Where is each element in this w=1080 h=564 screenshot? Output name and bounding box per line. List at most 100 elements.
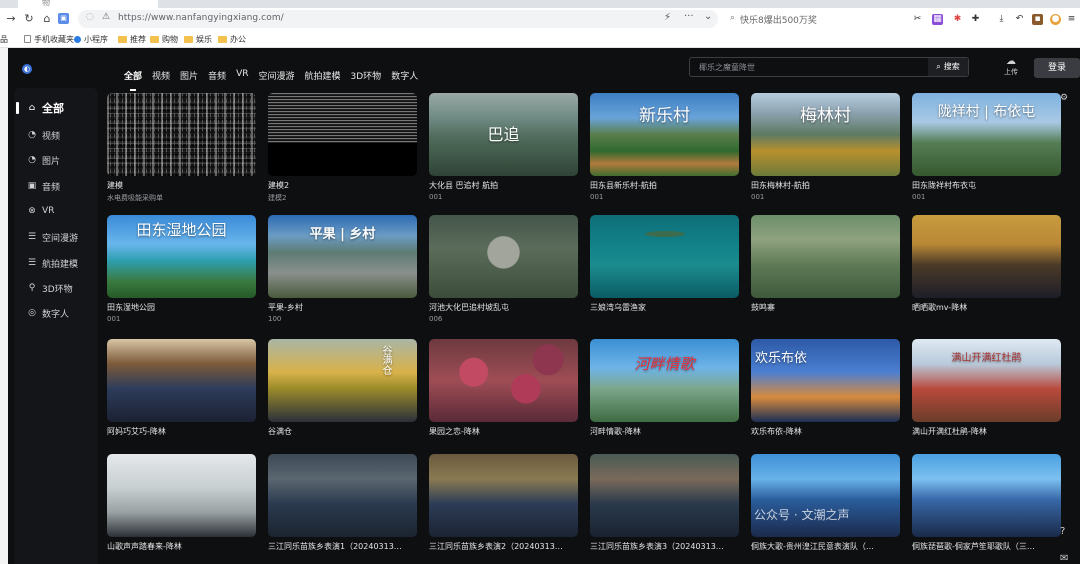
media-card[interactable]: 新乐村 田东县新乐村-航拍 001	[590, 93, 739, 201]
media-card[interactable]: 三江同乐苗族乡表演2（20240313…	[429, 454, 578, 552]
card-thumbnail[interactable]: 平果 | 乡村	[268, 215, 417, 298]
puzzle-icon[interactable]: ✚	[970, 14, 981, 25]
tab-all[interactable]: 全部	[124, 69, 142, 91]
cat-icon[interactable]: ✱	[952, 14, 963, 25]
card-title[interactable]: 山歌声声踏春来-降林	[107, 541, 256, 552]
media-card[interactable]: 山歌声声踏春来-降林	[107, 454, 256, 552]
media-card[interactable]: 谷满仓 谷满仓	[268, 339, 417, 437]
bookmark-item[interactable]: 购物	[150, 34, 178, 45]
card-thumbnail[interactable]: 满山开满红杜鹃	[912, 339, 1061, 422]
media-card[interactable]: 河畔情歌 河畔情歌-降林	[590, 339, 739, 437]
tab-3d[interactable]: 3D环物	[351, 69, 382, 85]
card-title[interactable]: 谷满仓	[268, 426, 417, 437]
bookmark-item[interactable]: 推荐	[118, 34, 146, 45]
shield-icon[interactable]: ▣	[58, 13, 69, 24]
card-thumbnail[interactable]	[751, 215, 900, 298]
tab-drone[interactable]: 航拍建模	[305, 69, 341, 85]
card-thumbnail[interactable]: 巴追	[429, 93, 578, 176]
card-title[interactable]: 侗族大歌-贵州湟江民意表演队（…	[751, 541, 900, 552]
menu-icon[interactable]: ≡	[1066, 14, 1077, 25]
upload-button[interactable]: ☁ 上传	[1000, 56, 1022, 80]
media-card[interactable]: 果园之恋-降林	[429, 339, 578, 437]
card-title[interactable]: 三江同乐苗族乡表演1（20240313…	[268, 541, 417, 552]
card-title[interactable]: 建模2	[268, 180, 417, 191]
card-title[interactable]: 河池大化巴追村坡乱屯	[429, 302, 578, 313]
card-thumbnail[interactable]	[268, 93, 417, 176]
sidebar-item-roam[interactable]: ☰ 空间漫游	[14, 227, 98, 247]
chat-icon[interactable]: ✉	[1060, 553, 1074, 564]
card-thumbnail[interactable]	[429, 339, 578, 422]
card-thumbnail[interactable]	[107, 339, 256, 422]
site-search-input[interactable]: 椰乐之魔童降世	[699, 62, 755, 73]
card-thumbnail[interactable]	[590, 454, 739, 537]
card-title[interactable]: 三江同乐苗族乡表演3（20240313…	[590, 541, 739, 552]
media-card[interactable]: 河池大化巴追村坡乱屯 006	[429, 215, 578, 323]
media-card[interactable]: 三娘湾乌雷渔家	[590, 215, 739, 313]
bookmark-item[interactable]: 办公	[218, 34, 246, 45]
tab-image[interactable]: 图片	[180, 69, 198, 85]
bookmark-item[interactable]: 手机收藏夹	[24, 34, 74, 45]
media-card[interactable]: 梅林村 田东梅林村-航拍 001	[751, 93, 900, 201]
card-thumbnail[interactable]: 欢乐布依	[751, 339, 900, 422]
card-title[interactable]: 河畔情歌-降林	[590, 426, 739, 437]
media-card[interactable]: 鼓鸣寨	[751, 215, 900, 313]
card-thumbnail[interactable]	[429, 454, 578, 537]
media-card[interactable]: 阿妈巧艾巧-降林	[107, 339, 256, 437]
card-title[interactable]: 晒晒歌mv-降林	[912, 302, 1061, 313]
browser-search-box[interactable]: ⌕ 快乐8爆出500万奖	[724, 10, 904, 28]
sidebar-item-image[interactable]: ◔ 图片	[14, 150, 98, 170]
media-card[interactable]: 平果 | 乡村 平果-乡村 100	[268, 215, 417, 323]
card-title[interactable]: 田东县新乐村-航拍	[590, 180, 739, 191]
tab-audio[interactable]: 音频	[208, 69, 226, 85]
card-thumbnail[interactable]	[429, 215, 578, 298]
gear-icon[interactable]: ⚙	[1060, 93, 1074, 113]
card-title[interactable]: 鼓鸣寨	[751, 302, 900, 313]
media-card[interactable]: 欢乐布依 欢乐布依-降林	[751, 339, 900, 437]
card-thumbnail[interactable]: 谷满仓	[268, 339, 417, 422]
media-card[interactable]: 侗族琵琶歌-侗家芦笙耶歌队（三…	[912, 454, 1061, 552]
card-title[interactable]: 平果-乡村	[268, 302, 417, 313]
sidebar-item-video[interactable]: ◔ 视频	[14, 125, 98, 145]
card-title[interactable]: 阿妈巧艾巧-降林	[107, 426, 256, 437]
card-title[interactable]: 田东梅林村-航拍	[751, 180, 900, 191]
bag-icon[interactable]: ▪	[1032, 14, 1043, 25]
sidebar-item-vr[interactable]: ⊗ VR	[14, 201, 98, 221]
media-card[interactable]: 建模2 建模2	[268, 93, 417, 203]
card-title[interactable]: 田东陇祥村布衣屯	[912, 180, 1061, 191]
card-title[interactable]: 建模	[107, 180, 256, 191]
search-button[interactable]: ⌕ 搜索	[928, 58, 968, 76]
download-icon[interactable]: ⤓	[996, 14, 1007, 25]
more-icon[interactable]: ···	[684, 11, 694, 22]
card-title[interactable]: 欢乐布依-降林	[751, 426, 900, 437]
tab-vr[interactable]: VR	[236, 69, 248, 85]
card-thumbnail[interactable]	[912, 215, 1061, 298]
card-thumbnail[interactable]: 河畔情歌	[590, 339, 739, 422]
card-thumbnail[interactable]	[751, 454, 900, 537]
card-title[interactable]: 大化县 巴追村 航拍	[429, 180, 578, 191]
media-card[interactable]: 陇祥村 | 布依屯 田东陇祥村布衣屯 001	[912, 93, 1061, 201]
card-title[interactable]: 果园之恋-降林	[429, 426, 578, 437]
card-title[interactable]: 侗族琵琶歌-侗家芦笙耶歌队（三…	[912, 541, 1061, 552]
login-button[interactable]: 登录	[1034, 58, 1080, 78]
reload-icon[interactable]: ↻	[22, 12, 36, 26]
card-thumbnail[interactable]	[912, 454, 1061, 537]
site-info-icon[interactable]: ⚠	[102, 12, 110, 22]
dropdown-icon[interactable]: ⌄	[704, 11, 712, 22]
bookmark-item[interactable]: 品	[0, 34, 8, 45]
address-bar[interactable]: ◌ ⚠ https://www.nanfangyingxiang.com/ ⚡ …	[78, 10, 718, 28]
card-thumbnail[interactable]	[107, 93, 256, 176]
cut-icon[interactable]: ✂	[912, 14, 923, 25]
card-title[interactable]: 三江同乐苗族乡表演2（20240313…	[429, 541, 578, 552]
profile-icon[interactable]: ●	[1050, 14, 1061, 25]
lightning-icon[interactable]: ⚡	[664, 12, 671, 23]
card-title[interactable]: 满山开满红杜鹃-降林	[912, 426, 1061, 437]
home-nav-icon[interactable]: ⌂	[40, 12, 54, 26]
sidebar-item-drone[interactable]: ☰ 航拍建模	[14, 253, 98, 273]
card-title[interactable]: 田东湿地公园	[107, 302, 256, 313]
undo-icon[interactable]: ↶	[1014, 14, 1025, 25]
sidebar-item-all[interactable]: ⌂ 全部	[14, 98, 98, 118]
site-logo-icon[interactable]: ◐	[22, 64, 32, 74]
media-card[interactable]: 田东湿地公园 田东湿地公园 001	[107, 215, 256, 323]
sidebar-item-audio[interactable]: ▣ 音频	[14, 176, 98, 196]
tab-avatar[interactable]: 数字人	[391, 69, 418, 85]
